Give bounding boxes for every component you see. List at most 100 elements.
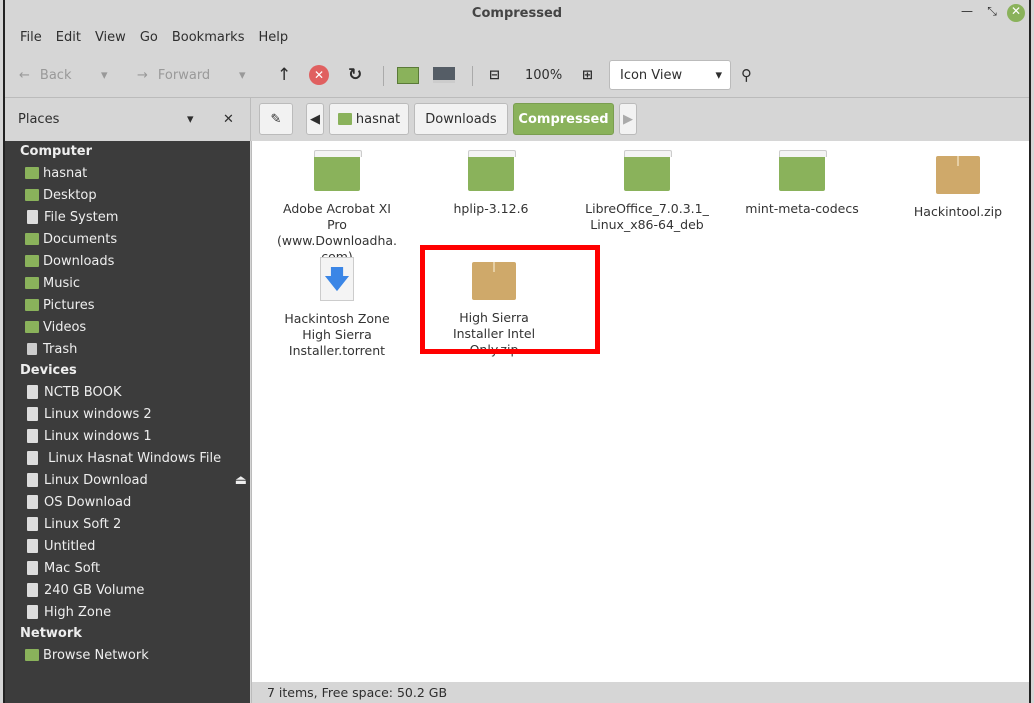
sidebar-item-hasnat[interactable]: hasnat xyxy=(25,162,87,184)
sidebar-item-file-system[interactable]: File System xyxy=(25,206,118,228)
drive-icon xyxy=(27,473,38,487)
sidebar-item-pictures[interactable]: Pictures xyxy=(25,294,94,316)
home-folder-icon xyxy=(397,66,419,84)
places-dropdown[interactable]: ▾ xyxy=(187,112,194,127)
path-bar: ✎ ◀ hasnat Downloads Compressed ▶ xyxy=(250,97,1029,141)
view-mode-select[interactable]: Icon View ▾ xyxy=(609,60,731,90)
close-button[interactable]: ✕ xyxy=(1007,4,1025,22)
path-segment-compressed[interactable]: Compressed xyxy=(513,103,614,135)
sidebar-item-music[interactable]: Music xyxy=(25,272,80,294)
sidebar-device[interactable]: Mac Soft xyxy=(25,557,100,579)
sidebar-item-documents[interactable]: Documents xyxy=(25,228,117,250)
chevron-down-icon: ▾ xyxy=(715,67,722,83)
sidebar-item-desktop[interactable]: Desktop xyxy=(25,184,97,206)
zoom-out-button[interactable]: ⊟ xyxy=(489,60,500,90)
path-scroll-left[interactable]: ◀ xyxy=(306,103,324,135)
back-button[interactable]: ← Back xyxy=(19,60,71,90)
stop-button[interactable]: ✕ xyxy=(309,60,329,90)
forward-button[interactable]: → Forward xyxy=(137,60,210,90)
drive-icon xyxy=(27,429,38,443)
drive-icon xyxy=(27,561,38,575)
folder-icon xyxy=(624,150,672,191)
documents-folder-icon xyxy=(25,233,39,245)
menu-file[interactable]: File xyxy=(13,30,49,45)
search-icon: ⚲ xyxy=(741,66,752,84)
menu-bar: File Edit View Go Bookmarks Help xyxy=(13,30,295,45)
sidebar-device[interactable]: NCTB BOOK xyxy=(25,381,121,403)
monitor-icon xyxy=(433,67,455,83)
file-item-folder[interactable]: LibreOffice_7.0.3.1_ Linux_x86-64_deb xyxy=(572,141,722,233)
menu-help[interactable]: Help xyxy=(251,30,295,45)
zoom-in-button[interactable]: ⊞ xyxy=(582,60,593,90)
file-manager-window: Compressed — ⤡ ✕ File Edit View Go Bookm… xyxy=(3,0,1031,703)
close-sidebar-button[interactable]: ✕ xyxy=(223,112,234,127)
menu-edit[interactable]: Edit xyxy=(49,30,88,45)
sidebar-device[interactable]: Untitled xyxy=(25,535,95,557)
highlight-box xyxy=(420,245,600,354)
maximize-button[interactable]: ⤡ xyxy=(982,4,1002,22)
zoom-level: 100% xyxy=(525,67,563,83)
drive-icon xyxy=(27,210,38,224)
trash-icon xyxy=(27,343,37,355)
sidebar-device[interactable]: 240 GB Volume xyxy=(25,579,144,601)
sidebar-device[interactable]: Linux Download ⏏ xyxy=(25,469,247,491)
file-item-zip[interactable]: Hackintool.zip xyxy=(883,141,1033,220)
up-button[interactable]: ↑ xyxy=(277,60,291,90)
toolbar: ← Back ▾ → Forward ▾ ↑ ✕ ↻ ⊟ 100% ⊞ Icon V… xyxy=(5,60,1029,90)
folder-icon xyxy=(779,150,827,191)
menu-view[interactable]: View xyxy=(88,30,133,45)
folder-icon xyxy=(468,150,516,191)
torrent-download-icon: 🡇 xyxy=(320,257,354,301)
file-item-torrent[interactable]: 🡇 Hackintosh Zone High Sierra Installer.t… xyxy=(262,245,412,359)
sidebar-device[interactable]: OS Download xyxy=(25,491,131,513)
sidebar-item-browse-network[interactable]: Browse Network xyxy=(25,644,149,666)
back-history-dropdown[interactable]: ▾ xyxy=(101,60,108,90)
path-segment-hasnat[interactable]: hasnat xyxy=(329,103,409,135)
forward-history-dropdown[interactable]: ▾ xyxy=(239,60,246,90)
edit-path-button[interactable]: ✎ xyxy=(259,103,293,135)
menu-bookmarks[interactable]: Bookmarks xyxy=(165,30,252,45)
sidebar-device[interactable]: Linux Soft 2 xyxy=(25,513,121,535)
minimize-button[interactable]: — xyxy=(957,4,977,22)
home-folder-icon xyxy=(337,113,352,125)
file-item-folder[interactable]: hplip-3.12.6 xyxy=(416,141,566,217)
reload-button[interactable]: ↻ xyxy=(348,60,362,90)
sidebar-item-videos[interactable]: Videos xyxy=(25,316,86,338)
music-folder-icon xyxy=(25,277,39,289)
status-bar: 7 items, Free space: 50.2 GB xyxy=(251,682,1029,703)
drive-icon xyxy=(27,539,38,553)
file-item-folder[interactable]: mint-meta-codecs xyxy=(727,141,877,217)
folder-icon xyxy=(314,150,362,191)
sidebar-device[interactable]: Linux windows 2 xyxy=(25,403,152,425)
path-scroll-right[interactable]: ▶ xyxy=(619,103,637,135)
forward-arrow-icon: → xyxy=(137,67,148,83)
pictures-folder-icon xyxy=(25,299,39,311)
videos-folder-icon xyxy=(25,321,39,333)
sidebar-device[interactable]: Linux Hasnat Windows File xyxy=(25,447,221,469)
home-folder-icon xyxy=(25,167,39,179)
places-header: Places ▾ ✕ xyxy=(5,97,250,141)
sidebar-item-downloads[interactable]: Downloads xyxy=(25,250,114,272)
search-button[interactable]: ⚲ xyxy=(741,60,752,90)
sidebar-device[interactable]: Linux windows 1 xyxy=(25,425,152,447)
desktop-folder-icon xyxy=(25,189,39,201)
home-button[interactable] xyxy=(397,60,419,90)
eject-icon[interactable]: ⏏ xyxy=(235,473,247,488)
pencil-icon: ✎ xyxy=(270,111,282,127)
window-title: Compressed xyxy=(471,6,563,21)
menu-go[interactable]: Go xyxy=(133,30,165,45)
sidebar-item-trash[interactable]: Trash xyxy=(25,338,77,360)
sidebar-heading-network: Network xyxy=(20,626,82,641)
sidebar-device[interactable]: High Zone xyxy=(25,601,111,623)
stop-icon: ✕ xyxy=(309,65,329,85)
sidebar-heading-computer: Computer xyxy=(20,144,93,159)
drive-icon xyxy=(27,407,38,421)
computer-button[interactable] xyxy=(433,60,455,90)
sidebar-heading-devices: Devices xyxy=(20,363,77,378)
drive-icon xyxy=(27,385,38,399)
drive-icon xyxy=(27,517,38,531)
drive-icon xyxy=(27,605,38,619)
drive-icon xyxy=(27,495,38,509)
path-segment-downloads[interactable]: Downloads xyxy=(414,103,508,135)
drive-icon xyxy=(27,583,38,597)
